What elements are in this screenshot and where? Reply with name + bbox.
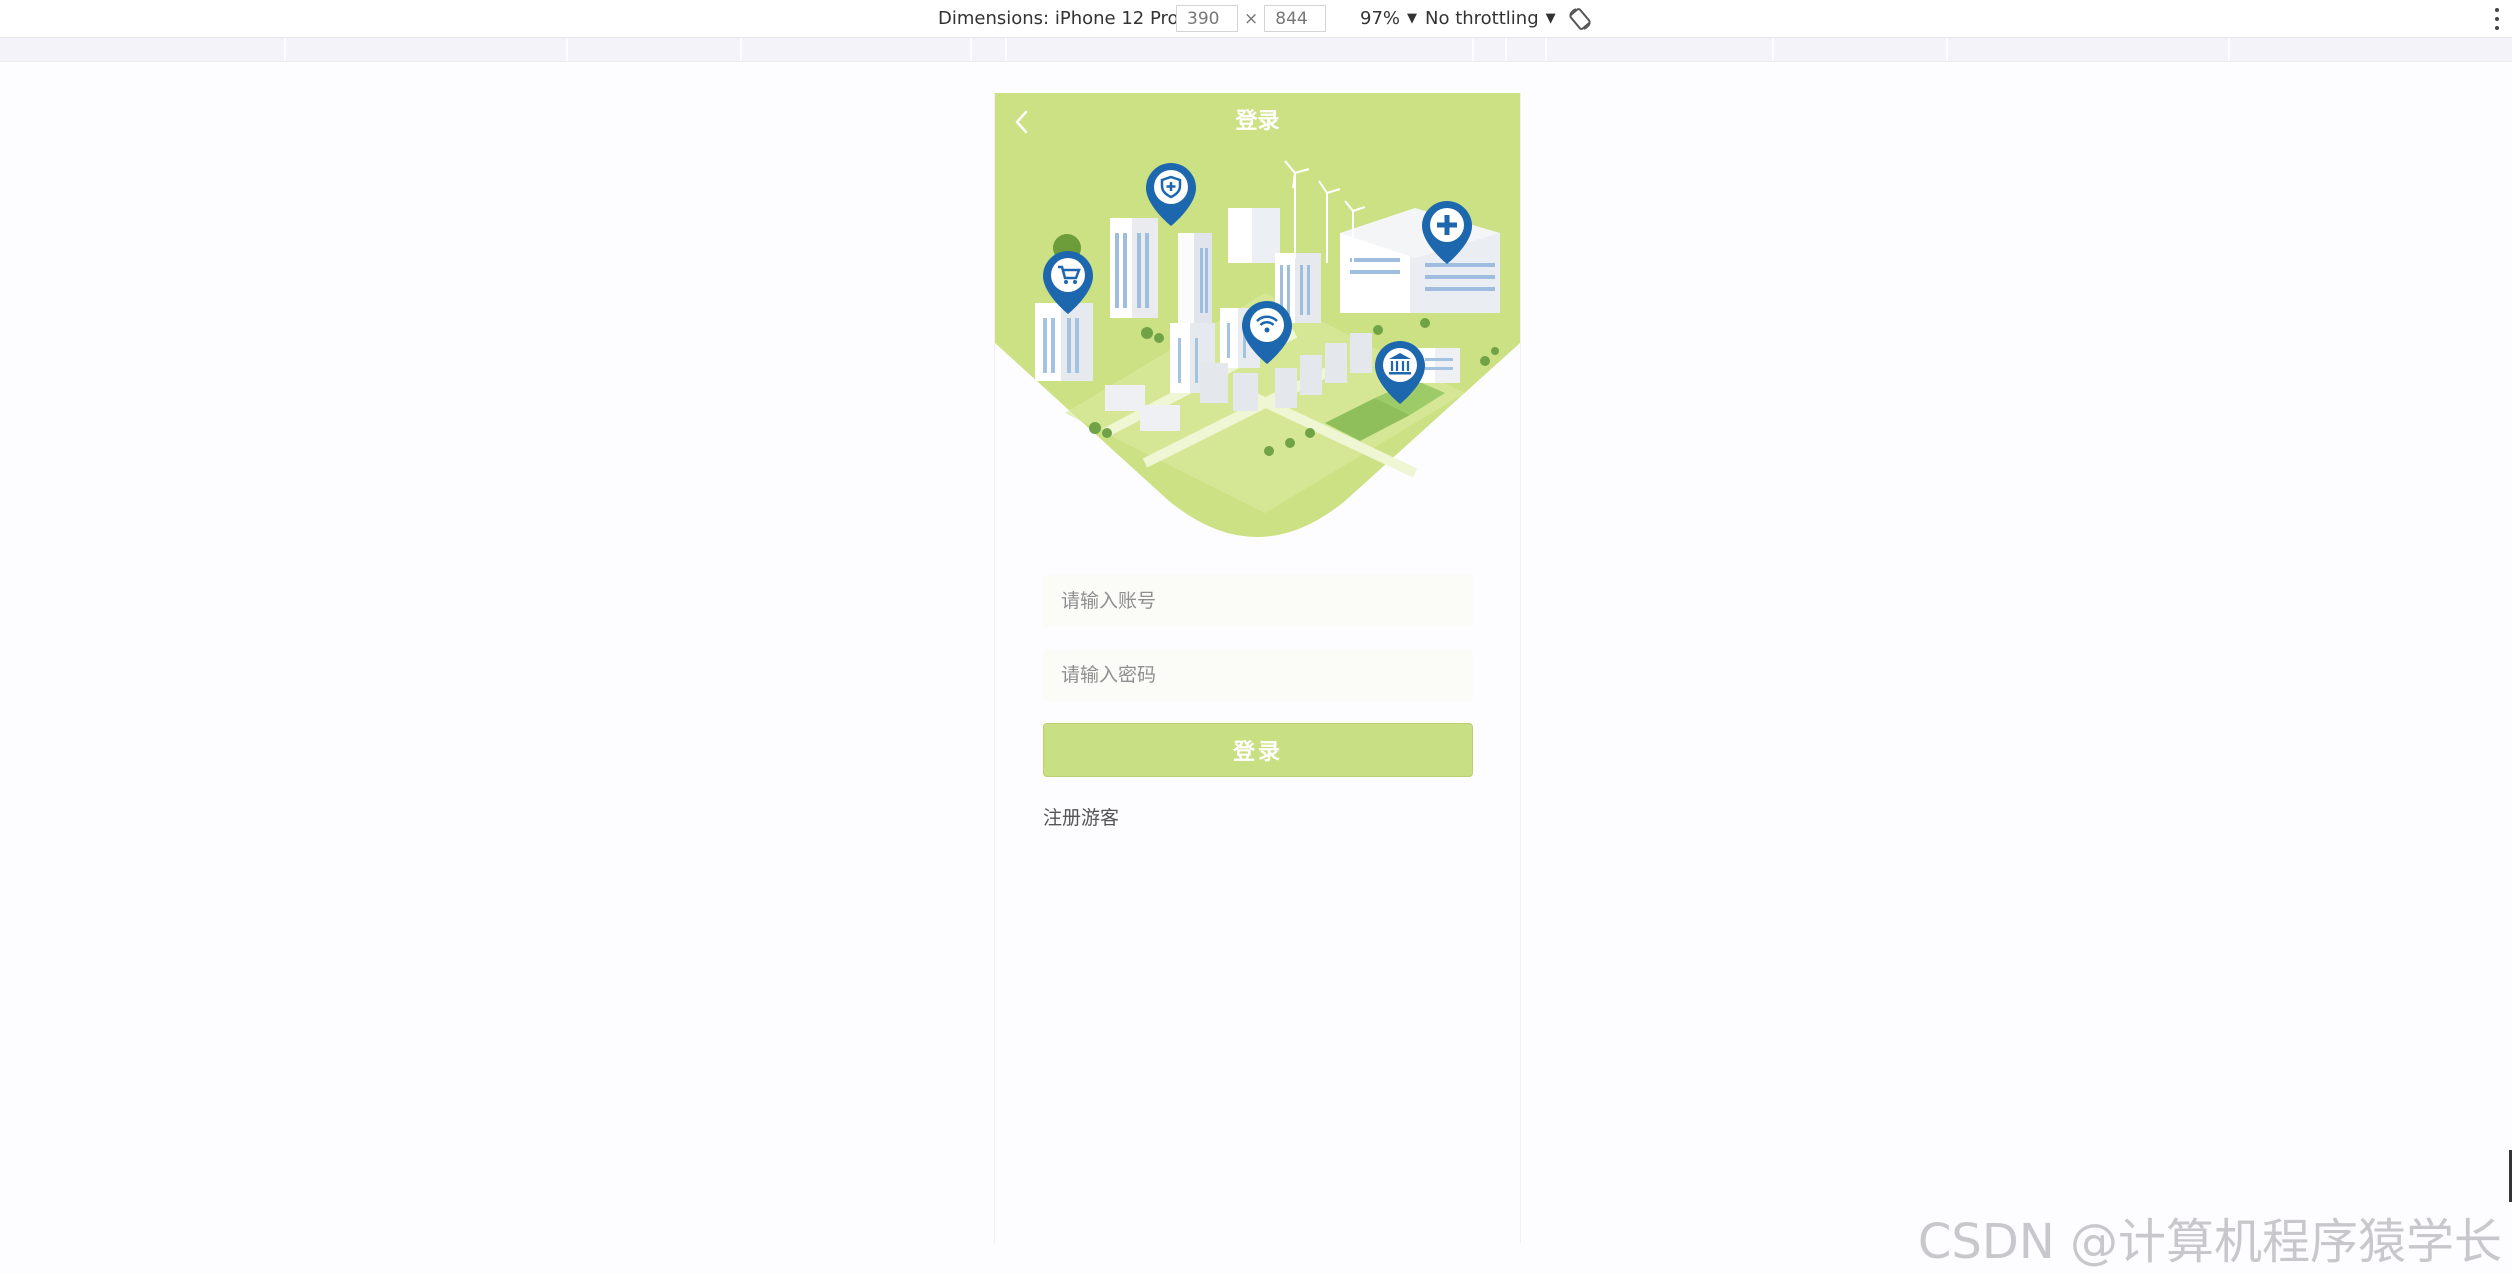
page-title: 登录	[1235, 109, 1280, 134]
caret-down-icon: ▼	[1407, 11, 1418, 26]
dimensions-label: Dimensions: iPhone 12 Pro	[938, 8, 1179, 29]
register-guest-link[interactable]: 注册游客	[1043, 803, 1119, 830]
zoom-dropdown[interactable]: 97% ▼	[1360, 0, 1417, 37]
width-input[interactable]: 390	[1176, 5, 1238, 32]
rotate-button[interactable]	[1567, 0, 1593, 37]
username-field[interactable]	[1043, 575, 1473, 627]
device-viewport: 登录 登录 注册游客	[994, 93, 1521, 1243]
times-label: ×	[1244, 8, 1259, 29]
username-input[interactable]	[1059, 589, 1457, 613]
zoom-label: 97%	[1360, 8, 1401, 29]
dimensions-dropdown[interactable]: Dimensions: iPhone 12 Pro ▼	[938, 0, 1196, 37]
more-vert-icon[interactable]	[2494, 8, 2500, 30]
csdn-watermark: CSDN @计算机程序猿学长	[1917, 1214, 2502, 1270]
city-illustration: 登录	[995, 93, 1520, 538]
password-input[interactable]	[1059, 663, 1457, 687]
caret-down-icon: ▼	[1545, 11, 1556, 26]
rotate-icon	[1569, 7, 1591, 30]
height-input[interactable]: 844	[1264, 5, 1327, 32]
device-toolbar: Dimensions: iPhone 12 Pro ▼ 390 × 844 97…	[0, 0, 2512, 38]
media-query-ruler	[0, 38, 2512, 62]
throttling-dropdown[interactable]: No throttling ▼	[1425, 0, 1556, 37]
throttling-label: No throttling	[1425, 8, 1539, 29]
login-button[interactable]: 登录	[1043, 723, 1473, 777]
password-field[interactable]	[1043, 649, 1473, 701]
